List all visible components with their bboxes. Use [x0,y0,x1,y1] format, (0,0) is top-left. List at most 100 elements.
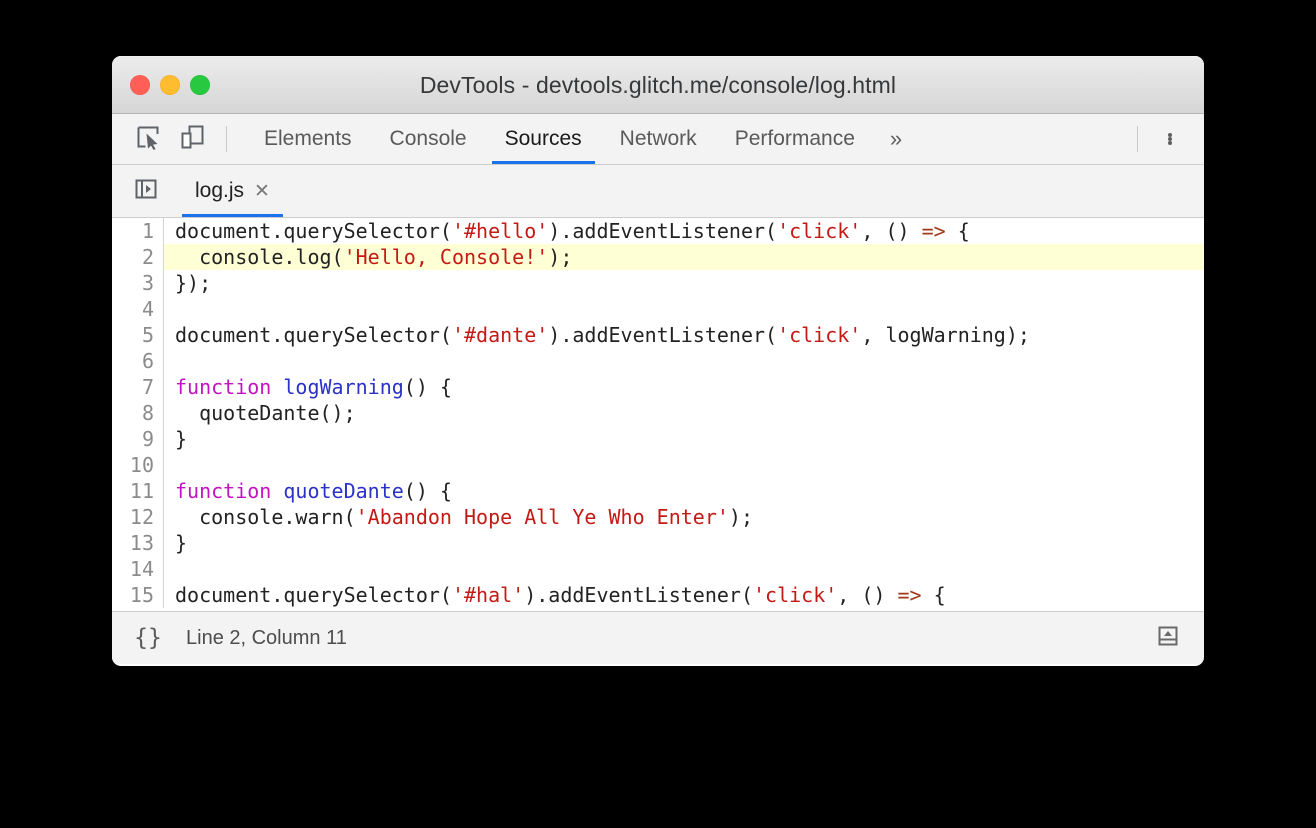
pretty-print-button[interactable]: {} [126,618,170,658]
code-line-text[interactable] [164,296,1204,322]
code-token: logWarning [283,375,404,399]
line-number[interactable]: 13 [112,530,164,556]
editor-statusbar: {} Line 2, Column 11 [112,611,1204,664]
inspect-element-icon [135,124,161,155]
code-line-text[interactable]: function quoteDante() { [164,478,1204,504]
show-drawer-icon [1156,624,1180,653]
code-line[interactable]: 13} [112,530,1204,556]
code-token: , () [837,583,898,607]
code-line-text[interactable]: document.querySelector('#dante').addEven… [164,322,1204,348]
code-line[interactable]: 6 [112,348,1204,374]
toolbar-right-group [1125,119,1204,159]
code-token: , logWarning); [861,323,1030,347]
line-number[interactable]: 9 [112,426,164,452]
line-number[interactable]: 5 [112,322,164,348]
file-tab-label: log.js [195,179,245,202]
code-line[interactable]: 4 [112,296,1204,322]
tab-elements[interactable]: Elements [245,114,371,164]
tab-elements-label: Elements [264,127,352,150]
code-line[interactable]: 1 document.querySelector('#hello').addEve… [112,218,1204,244]
maximize-window-button[interactable] [190,75,210,95]
code-token: document.querySelector( [175,323,452,347]
line-number[interactable]: 4 [112,296,164,322]
inspect-element-button[interactable] [126,119,170,159]
code-line[interactable]: 15 document.querySelector('#hal').addEven… [112,582,1204,608]
line-number[interactable]: 3 [112,270,164,296]
code-line-text[interactable]: }); [164,270,1204,296]
code-line-text[interactable]: console.warn('Abandon Hope All Ye Who En… [164,504,1204,530]
code-token: quoteDante(); [175,401,356,425]
minimize-window-button[interactable] [160,75,180,95]
code-token: { [921,583,946,607]
line-number[interactable]: 10 [112,452,164,478]
code-token: } [175,427,188,451]
show-drawer-button[interactable] [1146,618,1190,658]
line-number[interactable]: 12 [112,504,164,530]
line-number[interactable]: 11 [112,478,164,504]
devtools-main-toolbar: Elements Console Sources Network Perform… [112,114,1204,165]
code-line-list: 1 document.querySelector('#hello').addEve… [112,218,1204,608]
tab-performance[interactable]: Performance [716,114,874,164]
code-token: ).addEventListener( [524,583,753,607]
code-line[interactable]: 3}); [112,270,1204,296]
code-token: console.log( [175,245,344,269]
code-line[interactable]: 9} [112,426,1204,452]
close-icon[interactable]: ✕ [254,182,270,201]
show-navigator-button[interactable] [126,171,166,211]
code-line-text[interactable]: quoteDante(); [164,400,1204,426]
code-token: ); [548,245,573,269]
code-token: document.querySelector( [175,219,452,243]
close-window-button[interactable] [130,75,150,95]
code-line-text[interactable]: } [164,426,1204,452]
code-line[interactable]: 2 console.log('Hello, Console!'); [112,244,1204,270]
tab-console[interactable]: Console [371,114,486,164]
code-line-text[interactable] [164,452,1204,478]
code-token: 'Hello, Console!' [343,245,549,269]
code-line-text[interactable]: document.querySelector('#hello').addEven… [164,218,1204,244]
window-titlebar: DevTools - devtools.glitch.me/console/lo… [112,56,1204,114]
code-line[interactable]: 10 [112,452,1204,478]
tab-sources[interactable]: Sources [486,114,601,164]
file-tab-log-js[interactable]: log.js ✕ [182,165,283,217]
source-file-tabbar: log.js ✕ [112,165,1204,218]
line-number[interactable]: 15 [112,582,164,608]
code-line-text[interactable]: function logWarning() { [164,374,1204,400]
code-token: console.warn( [175,505,356,529]
code-line[interactable]: 14 [112,556,1204,582]
code-token: } [175,531,188,555]
line-number[interactable]: 1 [112,218,164,244]
code-line[interactable]: 11 function quoteDante() { [112,478,1204,504]
code-line-text[interactable] [164,556,1204,582]
line-number[interactable]: 6 [112,348,164,374]
customize-devtools-button[interactable] [1150,119,1190,159]
code-token: () { [403,479,452,503]
toggle-device-toolbar-button[interactable] [170,119,214,159]
cursor-position-label: Line 2, Column 11 [186,626,347,649]
line-number[interactable]: 7 [112,374,164,400]
code-token: document.querySelector( [175,583,452,607]
source-code-editor[interactable]: 1 document.querySelector('#hello').addEve… [112,218,1204,611]
tab-network[interactable]: Network [601,114,716,164]
code-line[interactable]: 8 quoteDante(); [112,400,1204,426]
code-token: '#hal' [451,583,525,607]
code-line-text[interactable]: document.querySelector('#hal').addEventL… [164,582,1204,608]
window-title: DevTools - devtools.glitch.me/console/lo… [419,71,897,98]
code-token: => [921,219,946,243]
more-panels-button[interactable]: » [874,114,918,164]
code-line-text[interactable]: } [164,530,1204,556]
line-number[interactable]: 2 [112,244,164,270]
code-line[interactable]: 7 function logWarning() { [112,374,1204,400]
line-number[interactable]: 14 [112,556,164,582]
code-line[interactable]: 5 document.querySelector('#dante').addEve… [112,322,1204,348]
code-token: 'Abandon Hope All Ye Who Enter' [355,505,729,529]
code-token: quoteDante [283,479,404,503]
pretty-print-icon: {} [134,625,162,651]
toolbar-divider [226,126,227,152]
code-line-text[interactable] [164,348,1204,374]
tab-console-label: Console [389,127,467,150]
code-line-text[interactable]: console.log('Hello, Console!'); [164,244,1204,270]
code-line[interactable]: 12 console.warn('Abandon Hope All Ye Who… [112,504,1204,530]
code-token: => [897,583,922,607]
line-number[interactable]: 8 [112,400,164,426]
